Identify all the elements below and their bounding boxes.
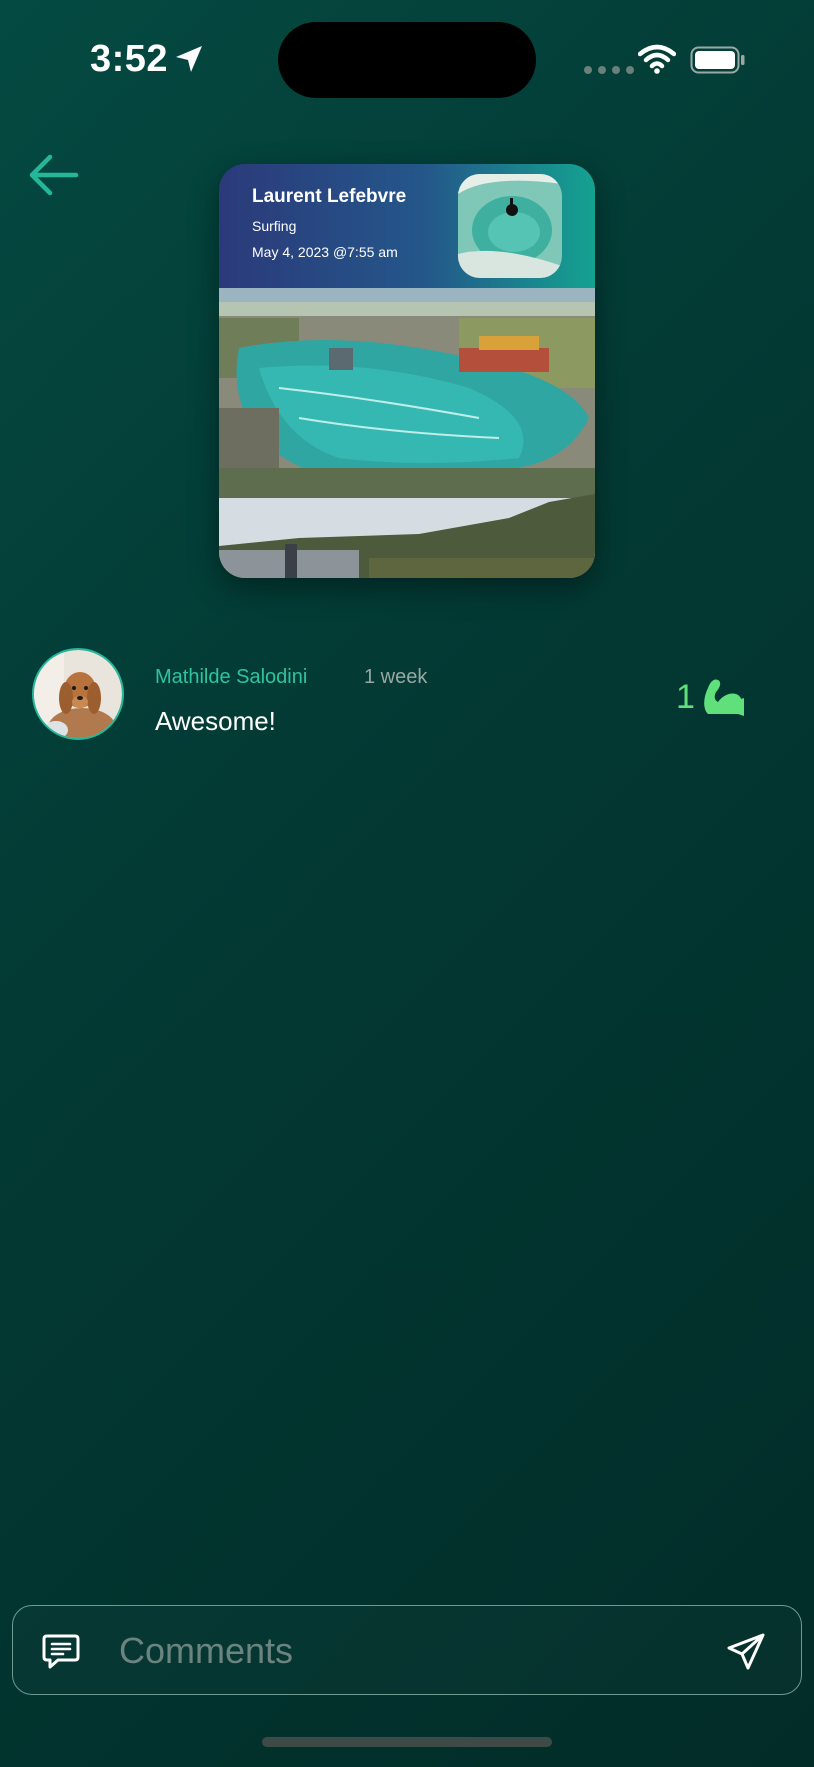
back-arrow-icon	[29, 154, 79, 196]
back-button[interactable]	[24, 150, 84, 200]
home-indicator	[262, 1737, 552, 1747]
comment-timestamp: 1 week	[364, 666, 428, 688]
flexed-bicep-icon[interactable]	[700, 674, 746, 718]
cellular-signal-icon	[584, 66, 634, 74]
post-photo	[219, 288, 595, 578]
post-date: May 4, 2023 @7:55 am	[252, 244, 398, 260]
comment-composer	[12, 1605, 802, 1695]
status-time: 3:52	[90, 38, 169, 80]
battery-icon	[690, 46, 745, 74]
commenter-name[interactable]: Mathilde Salodini	[155, 666, 307, 689]
comment-text: Awesome!	[155, 706, 276, 736]
activity-post-card[interactable]: Laurent Lefebvre Surfing May 4, 2023 @7:…	[219, 164, 595, 578]
send-icon[interactable]	[725, 1632, 767, 1672]
chat-bubble-icon	[42, 1634, 80, 1669]
comment-item: Mathilde Salodini 1 week Awesome! 1	[0, 648, 814, 748]
commenter-avatar[interactable]	[32, 648, 124, 740]
post-sport: Surfing	[252, 218, 297, 234]
dynamic-island	[278, 22, 536, 98]
wifi-icon	[638, 44, 676, 74]
location-arrow-icon	[176, 46, 202, 72]
post-thumbnail-image	[458, 174, 562, 278]
post-author-name: Laurent Lefebvre	[252, 186, 407, 207]
post-card-header: Laurent Lefebvre Surfing May 4, 2023 @7:…	[219, 164, 595, 288]
comment-like-count: 1	[676, 678, 695, 716]
status-bar: 3:52	[0, 0, 814, 120]
comment-input[interactable]	[117, 1620, 701, 1682]
